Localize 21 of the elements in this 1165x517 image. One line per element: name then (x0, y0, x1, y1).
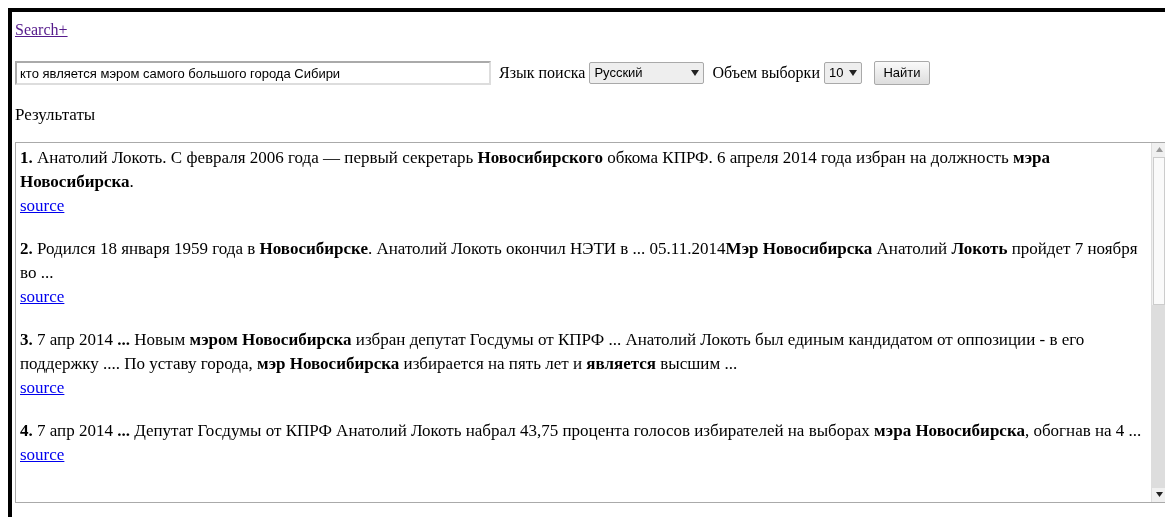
scroll-down-icon[interactable] (1155, 492, 1163, 497)
sample-size-label: Объем выборки (712, 63, 820, 84)
sample-size-select[interactable]: 10 (823, 62, 863, 84)
scroll-up-icon[interactable] (1155, 147, 1163, 152)
result-snippet: 2. Родился 18 января 1959 года в Новосибирске. Анатолий Локоть окончил НЭТИ в ... 05.11.2014Мэр Новосибирска Анатолий Локоть пройдет 7 ноября во ... (20, 237, 1139, 284)
scrollbar[interactable] (1151, 142, 1165, 502)
results-heading: Результаты (15, 104, 97, 126)
result-snippet: 1. Анатолий Локоть. С февраля 2006 года — первый секретарь Новосибирского обкома КПРФ. 6 апреля 2014 года избран на должность мэра Новосибирска. (20, 146, 1052, 193)
language-select[interactable]: Русский (589, 62, 705, 84)
dropdown-arrow-icon (849, 70, 858, 76)
search-plus-link[interactable]: Search+ (15, 21, 68, 38)
search-field[interactable]: кто является мэром самого большого города Сибири (15, 61, 491, 85)
source-link[interactable]: source (20, 377, 65, 397)
result-snippet: 4. 7 апр 2014 ... Депутат Госдумы от КПРФ Анатолий Локоть набрал 43,75 процента голосов избирателей на выборах мэра Новосибирска, обогнав на 4 ... (20, 419, 1143, 442)
source-link[interactable]: source (20, 444, 65, 464)
dropdown-arrow-icon (691, 70, 700, 76)
find-button[interactable]: Найти (874, 61, 930, 85)
result-snippet: 3. 7 апр 2014 ... Новым мэром Новосибирска избран депутат Госдумы от КПРФ ... Анатолий Локоть был единым кандидатом от оппозиции - в его поддержку .... По уставу города, мэр Новосибирска избирается на пять лет и является высшим ... (20, 328, 1086, 375)
language-label: Язык поиска (499, 63, 586, 83)
source-link[interactable]: source (20, 286, 65, 306)
source-link[interactable]: source (20, 195, 65, 215)
